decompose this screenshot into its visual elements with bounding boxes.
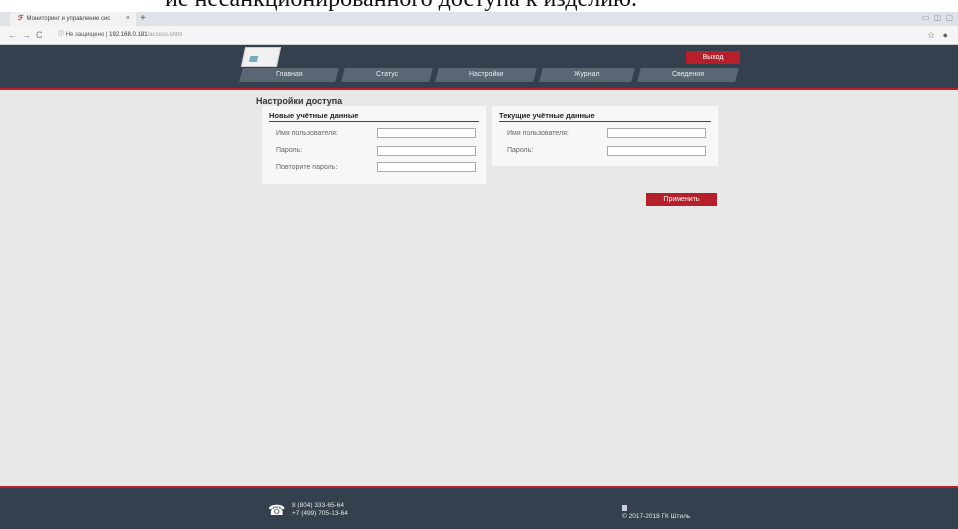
site-logo[interactable]	[240, 47, 282, 67]
new-username-label: Имя пользователя:	[276, 130, 338, 137]
nav-item-home[interactable]: Главная	[239, 68, 339, 82]
url-field[interactable]: ⓘ Не защищено | 192.168.0.181/access.sht…	[58, 29, 898, 41]
new-credentials-heading: Новые учётные данные	[269, 111, 359, 120]
logout-button[interactable]: Выход	[686, 51, 740, 64]
security-status: Не защищено	[65, 32, 105, 38]
browser-tab[interactable]: ℱ Мониторинг и управление сис ×	[10, 12, 136, 26]
url-path: /access.shtm	[147, 32, 183, 38]
phone-number-2: +7 (499) 705-13-64	[292, 510, 348, 517]
site-footer: ☎ 8 (804) 333-65-64 +7 (499) 705-13-64 ©…	[0, 486, 958, 529]
back-icon[interactable]: ←	[8, 26, 17, 44]
nav-item-info[interactable]: Сведения	[637, 68, 739, 82]
site-header: Выход Главная Статус Настройки Журнал Св…	[0, 45, 958, 90]
current-password-input[interactable]	[607, 146, 706, 156]
window-controls[interactable]: ▭ ◫ ▢	[922, 13, 954, 22]
logo-image-icon	[248, 56, 259, 62]
new-password-label: Пароль:	[276, 147, 303, 154]
nav-label: Настройки	[468, 71, 504, 78]
forward-icon[interactable]: →	[22, 26, 31, 44]
url-host: 192.168.0.181	[109, 32, 148, 38]
broken-image-icon	[622, 505, 627, 511]
browser-tab-bar: ℱ Мониторинг и управление сис × + ▭ ◫ ▢	[0, 12, 958, 26]
bookmark-star-icon[interactable]: ☆	[927, 30, 935, 40]
repeat-password-input[interactable]	[377, 162, 476, 172]
nav-item-journal[interactable]: Журнал	[539, 68, 635, 82]
phone-number-1: 8 (804) 333-65-64	[292, 502, 345, 509]
repeat-password-label: Повторите пароль:	[276, 164, 338, 171]
reload-icon[interactable]: C	[36, 26, 43, 44]
current-credentials-panel: Текущие учётные данные Имя пользователя:…	[492, 106, 718, 166]
heading-divider	[499, 121, 711, 122]
address-bar: ← → C ⓘ Не защищено | 192.168.0.181/acce…	[0, 26, 958, 45]
nav-item-settings[interactable]: Настройки	[435, 68, 537, 82]
document-caption-text: ие несанкционированного доступа к издели…	[165, 0, 637, 12]
current-password-label: Пароль:	[507, 147, 534, 154]
account-icon[interactable]: ●	[943, 30, 948, 40]
new-username-input[interactable]	[377, 128, 476, 138]
nav-label: Журнал	[574, 71, 600, 78]
heading-divider	[269, 121, 479, 122]
apply-button[interactable]: Применить	[646, 193, 717, 206]
copyright-text: © 2017-2018 ГК Штиль	[622, 513, 691, 520]
current-username-input[interactable]	[607, 128, 706, 138]
nav-label: Статус	[375, 71, 399, 78]
new-password-input[interactable]	[377, 146, 476, 156]
new-credentials-panel: Новые учётные данные Имя пользователя: П…	[262, 106, 486, 184]
phone-numbers: 8 (804) 333-65-64 +7 (499) 705-13-64	[292, 502, 348, 518]
nav-label: Главная	[275, 71, 303, 78]
current-credentials-heading: Текущие учётные данные	[499, 111, 595, 120]
info-icon: ⓘ	[58, 32, 65, 38]
current-username-label: Имя пользователя:	[507, 130, 569, 137]
document-caption: ие несанкционированного доступа к издели…	[0, 0, 958, 12]
phone-icon: ☎	[268, 502, 286, 518]
nav-label: Сведения	[672, 71, 704, 78]
new-tab-button[interactable]: +	[140, 12, 146, 26]
main-navigation: Главная Статус Настройки Журнал Сведения	[239, 68, 740, 82]
tab-title: Мониторинг и управление сис	[26, 16, 111, 22]
address-bar-icons: ☆ ●	[927, 26, 948, 44]
nav-item-status[interactable]: Статус	[341, 68, 433, 82]
tab-close-icon[interactable]: ×	[126, 12, 130, 26]
page-title: Настройки доступа	[256, 96, 343, 106]
favicon-icon: ℱ	[18, 15, 24, 22]
